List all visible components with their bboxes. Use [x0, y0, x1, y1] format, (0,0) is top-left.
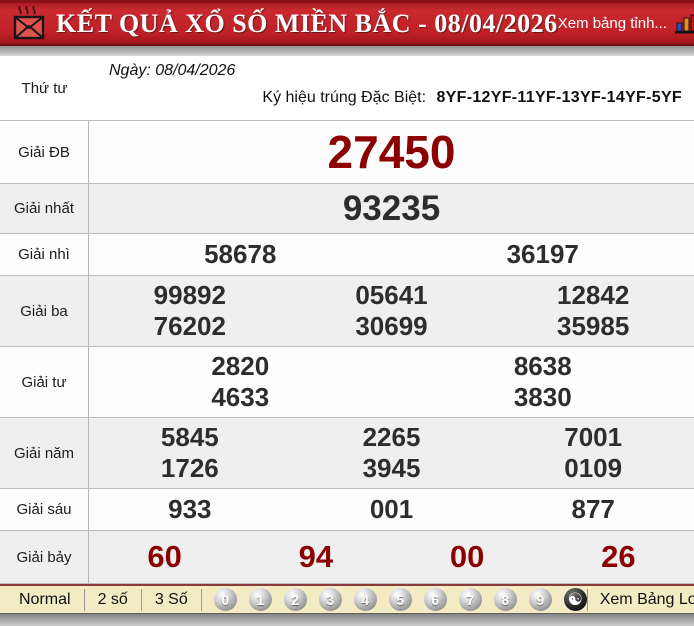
prize-label: Giải bảy — [0, 531, 89, 583]
prize-values: 933001877 — [89, 489, 694, 530]
prize-value-line: 93235 — [89, 189, 694, 229]
mode-button-normal[interactable]: Normal — [6, 589, 85, 611]
prize-value-line: 172639450109 — [89, 453, 694, 484]
page-title: KẾT QUẢ XỔ SỐ MIỀN BẮC - 08/04/2026 — [56, 9, 558, 39]
header-bar: KẾT QUẢ XỔ SỐ MIỀN BẮC - 08/04/2026 Xem … — [0, 0, 694, 46]
prize-number: 94 — [240, 539, 391, 575]
digit-ball-1[interactable]: 1 — [249, 588, 272, 611]
prize-number: 05641 — [291, 280, 493, 311]
prize-value-line: 60940026 — [89, 539, 694, 575]
prize-number: 2820 — [89, 351, 392, 382]
header-divider-bar — [0, 46, 694, 56]
prize-row: Giải nhì5867836197 — [0, 234, 694, 276]
prize-row: Giải ĐB27450 — [0, 121, 694, 184]
prize-row: Giải nhất93235 — [0, 184, 694, 234]
prize-number: 35985 — [492, 311, 694, 342]
prize-value-line: 5867836197 — [89, 239, 694, 270]
yin-yang-icon[interactable]: ☯ — [564, 588, 587, 611]
results-table: Giải ĐB27450Giải nhất93235Giải nhì586783… — [0, 121, 694, 584]
digit-ball-4[interactable]: 4 — [354, 588, 377, 611]
prize-number: 2265 — [291, 422, 493, 453]
prize-value-line: 998920564112842 — [89, 280, 694, 311]
prize-number: 58678 — [89, 239, 392, 270]
digit-ball-6[interactable]: 6 — [424, 588, 447, 611]
weekday-label: Thứ tư — [0, 56, 89, 120]
special-symbol-label: Ký hiệu trúng Đặc Biệt: — [262, 89, 426, 106]
prize-number: 001 — [291, 494, 493, 525]
digit-ball-3[interactable]: 3 — [319, 588, 342, 611]
bar-chart-icon[interactable] — [675, 14, 694, 34]
prize-value-line: 584522657001 — [89, 422, 694, 453]
mode-button-2so[interactable]: 2 số — [85, 589, 142, 611]
prize-number: 26 — [543, 539, 694, 575]
prize-number: 00 — [392, 539, 543, 575]
prize-values: 2820863846333830 — [89, 347, 694, 417]
mode-button-3so[interactable]: 3 Số — [142, 589, 202, 611]
prize-values: 60940026 — [89, 531, 694, 583]
prize-values: 27450 — [89, 121, 694, 183]
prize-row: Giải ba998920564112842762023069935985 — [0, 276, 694, 347]
prize-value-line: 762023069935985 — [89, 311, 694, 342]
prize-number: 5845 — [89, 422, 291, 453]
digit-ball-7[interactable]: 7 — [459, 588, 482, 611]
special-symbol-line: Ký hiệu trúng Đặc Biệt: 8YF-12YF-11YF-13… — [109, 89, 686, 107]
prize-value-line: 27450 — [89, 125, 694, 179]
prize-row: Giải sáu933001877 — [0, 489, 694, 531]
prize-number: 877 — [492, 494, 694, 525]
prize-value-line: 46333830 — [89, 382, 694, 413]
prize-number: 12842 — [492, 280, 694, 311]
prize-number: 99892 — [89, 280, 291, 311]
prize-number: 30699 — [291, 311, 493, 342]
prize-label: Giải sáu — [0, 489, 89, 530]
draw-date: Ngày: 08/04/2026 — [109, 62, 686, 80]
prize-label: Giải nhì — [0, 234, 89, 275]
digit-ball-8[interactable]: 8 — [494, 588, 517, 611]
prize-number: 0109 — [492, 453, 694, 484]
prize-label: Giải năm — [0, 418, 89, 488]
prize-number: 1726 — [89, 453, 291, 484]
prize-number: 93235 — [89, 189, 694, 229]
prize-label: Giải tư — [0, 347, 89, 417]
special-symbol-value: 8YF-12YF-11YF-13YF-14YF-5YF — [436, 89, 682, 106]
digit-ball-9[interactable]: 9 — [529, 588, 552, 611]
prize-number: 27450 — [89, 125, 694, 179]
prize-row: Giải bảy60940026 — [0, 531, 694, 584]
digit-ball-0[interactable]: 0 — [214, 588, 237, 611]
prize-label: Giải ĐB — [0, 121, 89, 183]
prize-number: 3830 — [392, 382, 694, 413]
envelope-icon — [12, 6, 46, 42]
prize-number: 36197 — [392, 239, 694, 270]
draw-info-row: Thứ tư Ngày: 08/04/2026 Ký hiệu trúng Đặ… — [0, 56, 694, 121]
prize-number: 3945 — [291, 453, 493, 484]
digit-ball-5[interactable]: 5 — [389, 588, 412, 611]
toolbar-divider — [587, 589, 588, 611]
view-loto-table-link[interactable]: Xem Bảng Loto — [600, 591, 694, 609]
prize-label: Giải ba — [0, 276, 89, 346]
prize-number: 4633 — [89, 382, 392, 413]
loto-toolbar: Normal 2 số 3 Số 0123456789 ☯ Xem Bảng Lo… — [0, 584, 694, 613]
prize-value-line: 28208638 — [89, 351, 694, 382]
prize-values: 93235 — [89, 184, 694, 233]
prize-number: 7001 — [492, 422, 694, 453]
prize-values: 998920564112842762023069935985 — [89, 276, 694, 346]
prize-values: 5867836197 — [89, 234, 694, 275]
prize-row: Giải năm584522657001172639450109 — [0, 418, 694, 489]
prize-number: 933 — [89, 494, 291, 525]
footer-divider-bar — [0, 613, 694, 626]
digit-ball-2[interactable]: 2 — [284, 588, 307, 611]
prize-values: 584522657001172639450109 — [89, 418, 694, 488]
prize-row: Giải tư2820863846333830 — [0, 347, 694, 418]
prize-value-line: 933001877 — [89, 494, 694, 525]
prize-label: Giải nhất — [0, 184, 89, 233]
prize-number: 60 — [89, 539, 240, 575]
prize-number: 8638 — [392, 351, 694, 382]
digit-ball-row: 0123456789 ☯ — [214, 588, 587, 611]
prize-number: 76202 — [89, 311, 291, 342]
view-province-table-link[interactable]: Xem bảng tỉnh... — [558, 15, 667, 32]
